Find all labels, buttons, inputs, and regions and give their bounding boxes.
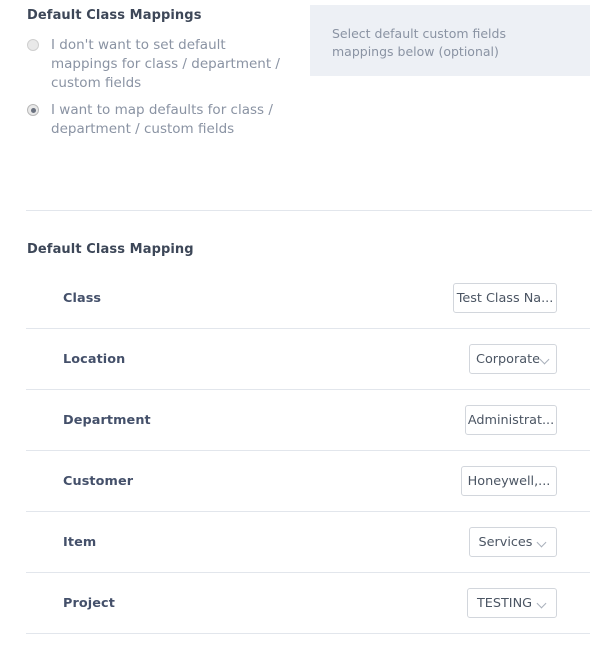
table-row: Location Corporate <box>26 329 590 390</box>
default-class-mappings-page: Default Class Mappings I don't want to s… <box>0 0 616 649</box>
section-divider <box>26 210 592 211</box>
project-select[interactable]: TESTING <box>467 588 557 618</box>
row-label-department: Department <box>63 413 151 428</box>
row-label-item: Item <box>63 535 96 550</box>
mapping-preference-radio-group: I don't want to set default mappings for… <box>27 36 292 147</box>
table-row: Class Test Class Na... <box>26 268 590 329</box>
item-select[interactable]: Services <box>469 527 557 557</box>
chevron-down-icon <box>541 355 550 364</box>
class-input-value: Test Class Na... <box>457 291 554 306</box>
mapping-section-title: Default Class Mapping <box>27 242 194 257</box>
radio-option-map-defaults-label: I want to map defaults for class / depar… <box>51 101 292 139</box>
row-label-customer: Customer <box>63 474 133 489</box>
default-class-mapping-list: Class Test Class Na... Location Corporat… <box>0 268 616 634</box>
customer-input-value: Honeywell,... <box>468 474 551 489</box>
table-row: Customer Honeywell,... <box>26 451 590 512</box>
page-title: Default Class Mappings <box>27 8 202 23</box>
radio-unselected-icon[interactable] <box>27 39 39 51</box>
radio-option-no-defaults-label: I don't want to set default mappings for… <box>51 36 292 93</box>
row-label-project: Project <box>63 596 115 611</box>
department-input[interactable]: Administrat... <box>465 405 557 435</box>
info-callout: Select default custom fields mappings be… <box>310 5 590 76</box>
table-row: Department Administrat... <box>26 390 590 451</box>
table-row: Project TESTING <box>26 573 590 634</box>
radio-option-no-defaults[interactable]: I don't want to set default mappings for… <box>27 36 292 93</box>
info-callout-text: Select default custom fields mappings be… <box>332 25 568 61</box>
row-label-location: Location <box>63 352 125 367</box>
chevron-down-icon <box>538 538 547 547</box>
chevron-down-icon <box>538 599 547 608</box>
project-select-value: TESTING <box>477 596 532 611</box>
table-row: Item Services <box>26 512 590 573</box>
customer-input[interactable]: Honeywell,... <box>461 466 557 496</box>
item-select-value: Services <box>479 535 533 550</box>
department-input-value: Administrat... <box>468 413 554 428</box>
radio-option-map-defaults[interactable]: I want to map defaults for class / depar… <box>27 101 292 139</box>
location-select-value: Corporate <box>476 352 540 367</box>
row-label-class: Class <box>63 291 101 306</box>
location-select[interactable]: Corporate <box>469 344 557 374</box>
class-input[interactable]: Test Class Na... <box>453 283 557 313</box>
radio-selected-icon[interactable] <box>27 104 39 116</box>
